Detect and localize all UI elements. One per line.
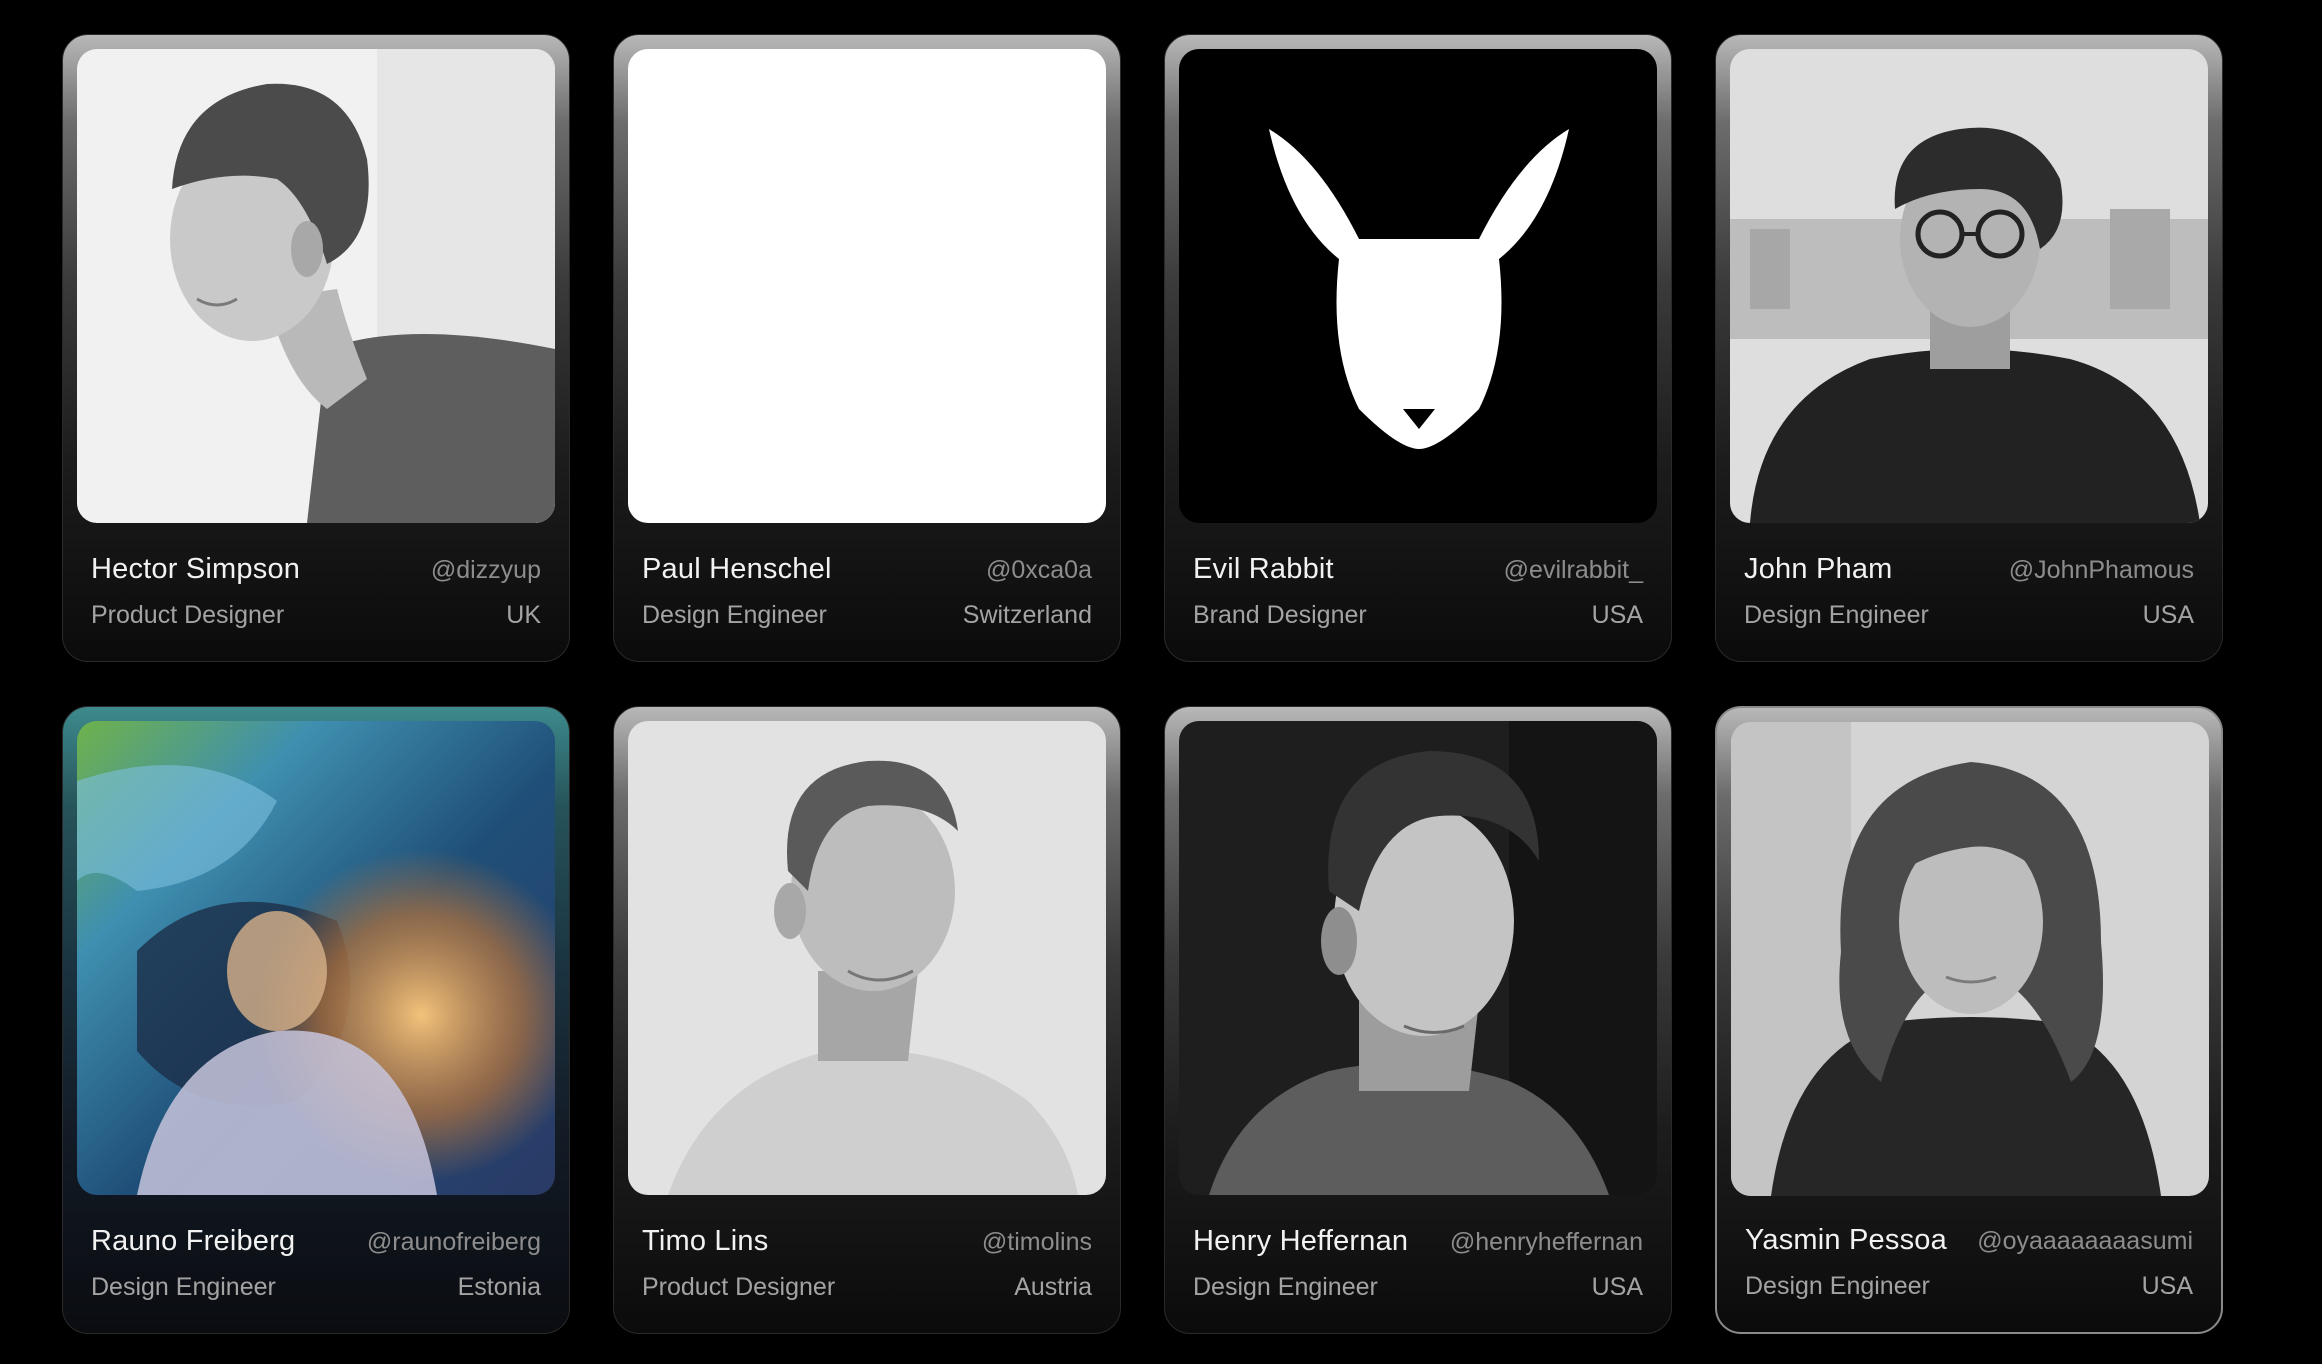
person-name: Hector Simpson — [91, 553, 301, 585]
person-card-paul-henschel[interactable]: Paul Henschel @0xca0a Design Engineer Sw… — [613, 34, 1121, 662]
person-info: Paul Henschel @0xca0a Design Engineer Sw… — [642, 535, 1092, 661]
person-name: Rauno Freiberg — [91, 1225, 296, 1257]
person-handle[interactable]: @evilrabbit_ — [1504, 556, 1643, 585]
person-info: Hector Simpson @dizzyup Product Designer… — [91, 535, 541, 661]
person-handle[interactable]: @0xca0a — [986, 556, 1092, 585]
person-country: USA — [2142, 601, 2194, 629]
person-name: John Pham — [1744, 553, 1893, 585]
person-card-hector-simpson[interactable]: Hector Simpson @dizzyup Product Designer… — [62, 34, 570, 662]
avatar — [628, 49, 1106, 523]
person-card-evil-rabbit[interactable]: Evil Rabbit @evilrabbit_ Brand Designer … — [1164, 34, 1672, 662]
avatar — [77, 721, 555, 1195]
person-country: UK — [506, 601, 541, 629]
person-role: Design Engineer — [1193, 1273, 1378, 1301]
avatar — [1730, 49, 2208, 523]
person-role: Product Designer — [91, 601, 285, 629]
people-grid: Hector Simpson @dizzyup Product Designer… — [62, 34, 2223, 1334]
person-role: Design Engineer — [1744, 601, 1929, 629]
person-info: John Pham @JohnPhamous Design Engineer U… — [1744, 535, 2194, 661]
person-role: Brand Designer — [1193, 601, 1367, 629]
person-info: Henry Heffernan @henryheffernan Design E… — [1193, 1207, 1643, 1333]
person-handle[interactable]: @henryheffernan — [1450, 1228, 1643, 1257]
person-handle[interactable]: @raunofreiberg — [367, 1228, 541, 1257]
person-country: USA — [1591, 601, 1643, 629]
person-handle[interactable]: @dizzyup — [431, 556, 541, 585]
person-role: Design Engineer — [642, 601, 827, 629]
person-card-yasmin-pessoa[interactable]: Yasmin Pessoa @oyaaaaaaaasumi Design Eng… — [1715, 706, 2223, 1334]
avatar — [1731, 722, 2209, 1196]
person-role: Design Engineer — [91, 1273, 276, 1301]
person-country: USA — [1591, 1273, 1643, 1301]
person-info: Timo Lins @timolins Product Designer Aus… — [642, 1207, 1092, 1333]
person-country: USA — [2141, 1272, 2193, 1300]
person-name: Paul Henschel — [642, 553, 832, 585]
person-country: Switzerland — [962, 601, 1092, 629]
person-country: Estonia — [457, 1273, 541, 1301]
person-name: Timo Lins — [642, 1225, 769, 1257]
person-info: Evil Rabbit @evilrabbit_ Brand Designer … — [1193, 535, 1643, 661]
person-handle[interactable]: @oyaaaaaaaasumi — [1977, 1227, 2193, 1256]
person-handle[interactable]: @JohnPhamous — [2009, 556, 2194, 585]
person-role: Design Engineer — [1745, 1272, 1930, 1300]
person-role: Product Designer — [642, 1273, 836, 1301]
avatar — [1179, 49, 1657, 523]
person-card-henry-heffernan[interactable]: Henry Heffernan @henryheffernan Design E… — [1164, 706, 1672, 1334]
person-name: Yasmin Pessoa — [1745, 1224, 1947, 1256]
person-info: Yasmin Pessoa @oyaaaaaaaasumi Design Eng… — [1745, 1206, 2193, 1332]
avatar — [628, 721, 1106, 1195]
person-card-rauno-freiberg[interactable]: Rauno Freiberg @raunofreiberg Design Eng… — [62, 706, 570, 1334]
person-card-timo-lins[interactable]: Timo Lins @timolins Product Designer Aus… — [613, 706, 1121, 1334]
avatar — [1179, 721, 1657, 1195]
person-handle[interactable]: @timolins — [982, 1228, 1092, 1257]
person-card-john-pham[interactable]: John Pham @JohnPhamous Design Engineer U… — [1715, 34, 2223, 662]
person-info: Rauno Freiberg @raunofreiberg Design Eng… — [91, 1207, 541, 1333]
avatar — [77, 49, 555, 523]
person-country: Austria — [1014, 1273, 1092, 1301]
person-name: Henry Heffernan — [1193, 1225, 1409, 1257]
person-name: Evil Rabbit — [1193, 553, 1334, 585]
